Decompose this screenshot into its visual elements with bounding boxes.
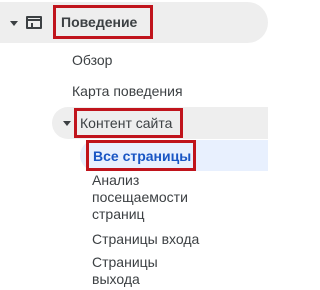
nav-item-label-line: выхода <box>92 271 140 287</box>
highlight-box: Поведение <box>53 5 153 39</box>
nav-item-all-pages[interactable]: Все страницы <box>80 140 268 171</box>
nav-item-label-line: Анализ <box>92 172 140 188</box>
caret-down-icon <box>63 121 71 126</box>
caret-down-icon <box>10 21 18 26</box>
nav-item-label: Обзор <box>72 52 113 68</box>
nav-item-behavior-flow[interactable]: Карта поведения <box>72 83 183 100</box>
nav-item-label: Все страницы <box>93 148 192 164</box>
nav-item-label-line: посещаемости <box>92 189 188 205</box>
nav-item-content-drilldown[interactable]: Анализ посещаемости страниц <box>92 172 232 223</box>
nav-item-exit-pages[interactable]: Страницы выхода <box>92 254 232 288</box>
highlight-box: Все страницы <box>86 140 196 171</box>
nav-item-overview[interactable]: Обзор <box>72 52 112 69</box>
nav-item-label: Страницы входа <box>92 231 200 247</box>
nav-section-behavior[interactable]: Поведение <box>0 2 268 43</box>
nav-item-label-line: страниц <box>92 206 145 222</box>
nav-item-landing-pages[interactable]: Страницы входа <box>92 231 199 248</box>
nav-item-label-line: Страницы <box>92 254 158 270</box>
report-icon <box>26 16 42 29</box>
nav-section-label: Поведение <box>61 14 138 30</box>
nav-subsection-site-content[interactable]: Контент сайта <box>52 107 268 139</box>
nav-item-label: Карта поведения <box>72 83 183 99</box>
nav-subsection-label: Контент сайта <box>80 115 173 131</box>
highlight-box: Контент сайта <box>74 108 183 138</box>
